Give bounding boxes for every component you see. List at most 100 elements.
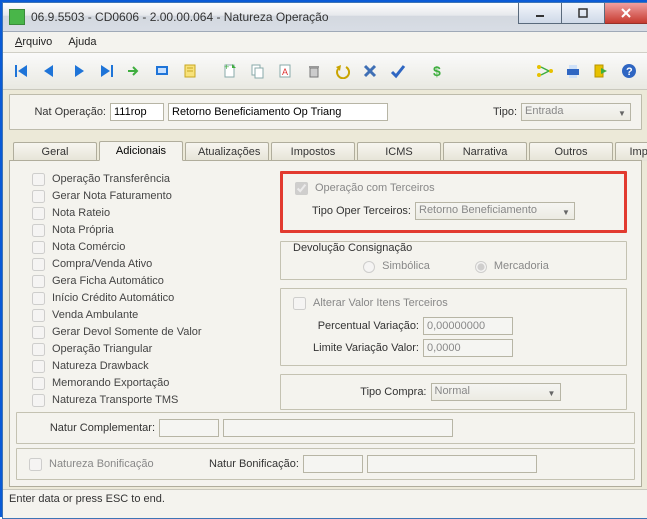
confirm-icon[interactable] [385, 58, 411, 84]
tipo-compra-combo[interactable]: Normal ▼ [431, 383, 561, 401]
nat-operacao-code[interactable] [110, 103, 164, 121]
currency-icon[interactable]: $ [425, 58, 451, 84]
edit-font-icon[interactable]: A [273, 58, 299, 84]
chk-item[interactable]: Gera Ficha Automático [28, 273, 258, 289]
complementar-label: Natur Complementar: [25, 422, 155, 434]
search-icon[interactable] [149, 58, 175, 84]
tipo-terceiros-value: Retorno Beneficiamento [419, 204, 537, 216]
goto-icon[interactable] [121, 58, 147, 84]
window-title: 06.9.5503 - CD0606 - 2.00.00.064 - Natur… [31, 10, 518, 24]
bonificacao-code[interactable] [303, 455, 363, 473]
svg-text:?: ? [626, 66, 633, 78]
chk-item[interactable]: Nota Rateio [28, 205, 258, 221]
tab-atualizacoes[interactable]: Atualizações [185, 142, 269, 161]
perc-var-input[interactable] [423, 317, 513, 335]
app-window: 06.9.5503 - CD0606 - 2.00.00.064 - Natur… [2, 2, 647, 519]
tab-adicionais[interactable]: Adicionais [99, 141, 183, 161]
tab-importacao[interactable]: Importação [615, 142, 647, 161]
chk-item[interactable]: Nota Própria [28, 222, 258, 238]
chevron-down-icon: ▼ [560, 205, 572, 219]
bonificacao-label: Natur Bonificação: [209, 458, 299, 470]
chk-item[interactable]: Operação Transferência [28, 171, 258, 187]
prev-record-icon[interactable] [37, 58, 63, 84]
menubar: Arquivo Ajuda [3, 32, 647, 53]
tipo-combo[interactable]: Entrada ▼ [521, 103, 631, 121]
chk-item[interactable]: Nota Comércio [28, 239, 258, 255]
first-record-icon[interactable] [9, 58, 35, 84]
delete-icon[interactable] [301, 58, 327, 84]
svg-text:+: + [224, 63, 229, 72]
options-check-column: Operação Transferência Gerar Nota Fatura… [28, 171, 258, 408]
cancel-icon[interactable] [357, 58, 383, 84]
chk-item[interactable]: Natureza Drawback [28, 358, 258, 374]
chk-item[interactable]: Início Crédito Automático [28, 290, 258, 306]
chk-item[interactable]: Memorando Exportação [28, 375, 258, 391]
svg-text:$: $ [433, 63, 441, 79]
tab-narrativa[interactable]: Narrativa [443, 142, 527, 161]
terceiros-group: Operação com Terceiros Tipo Oper Terceir… [280, 171, 627, 233]
chk-item[interactable]: Compra/Venda Ativo [28, 256, 258, 272]
bonificacao-group: Natureza Bonificação Natur Bonificação: [16, 448, 635, 480]
tipo-compra-label: Tipo Compra: [347, 386, 427, 398]
complementar-code[interactable] [159, 419, 219, 437]
chk-bonificacao[interactable]: Natureza Bonificação [25, 456, 205, 472]
minimize-button[interactable] [518, 3, 562, 24]
related-icon[interactable] [532, 58, 558, 84]
limite-var-input[interactable] [423, 339, 513, 357]
chk-item[interactable]: Gerar Nota Faturamento [28, 188, 258, 204]
tabpage-adicionais: Operação Transferência Gerar Nota Fatura… [9, 160, 642, 487]
nat-operacao-desc[interactable] [168, 103, 388, 121]
menu-ajuda[interactable]: Ajuda [62, 34, 102, 50]
chevron-down-icon: ▼ [616, 106, 628, 120]
titlebar: 06.9.5503 - CD0606 - 2.00.00.064 - Natur… [3, 3, 647, 32]
statusbar: Enter data or press ESC to end. [3, 489, 647, 518]
print-icon[interactable] [560, 58, 586, 84]
toolbar: + A $ ? [3, 53, 647, 90]
maximize-button[interactable] [562, 3, 605, 24]
content-area: Nat Operação: Tipo: Entrada ▼ Geral Adic… [3, 90, 647, 489]
chk-alterar[interactable]: Alterar Valor Itens Terceiros [289, 295, 618, 311]
notes-icon[interactable] [177, 58, 203, 84]
tab-icms[interactable]: ICMS [357, 142, 441, 161]
tipo-terceiros-label: Tipo Oper Terceiros: [291, 205, 411, 217]
alterar-group: Alterar Valor Itens Terceiros Percentual… [280, 288, 627, 366]
chk-oper-terceiros[interactable]: Operação com Terceiros [291, 180, 616, 196]
app-icon [9, 9, 25, 25]
nat-operacao-label: Nat Operação: [20, 106, 106, 118]
tipo-compra-group: Tipo Compra: Normal ▼ [280, 374, 627, 410]
next-record-icon[interactable] [65, 58, 91, 84]
header-panel: Nat Operação: Tipo: Entrada ▼ [9, 94, 642, 130]
devolucao-title: Devolução Consignação [289, 242, 416, 254]
chk-item[interactable]: Gerar Devol Somente de Valor [28, 324, 258, 340]
chk-item[interactable]: Venda Ambulante [28, 307, 258, 323]
tipo-compra-value: Normal [435, 385, 470, 397]
devolucao-group: Devolução Consignação Simbólica Mercador… [280, 241, 627, 280]
menu-arquivo[interactable]: Arquivo [9, 34, 58, 50]
tipo-terceiros-combo[interactable]: Retorno Beneficiamento ▼ [415, 202, 575, 220]
tab-bar: Geral Adicionais Atualizações Impostos I… [9, 138, 642, 160]
chevron-down-icon: ▼ [546, 386, 558, 400]
svg-text:A: A [282, 67, 288, 77]
chk-item[interactable]: Operação Triangular [28, 341, 258, 357]
tab-geral[interactable]: Geral [13, 142, 97, 161]
exit-icon[interactable] [588, 58, 614, 84]
chk-item[interactable]: Natureza Transporte TMS [28, 392, 258, 408]
new-icon[interactable]: + [217, 58, 243, 84]
complementar-group: Natur Complementar: [16, 412, 635, 444]
complementar-desc[interactable] [223, 419, 453, 437]
perc-var-label: Percentual Variação: [289, 320, 419, 332]
undo-icon[interactable] [329, 58, 355, 84]
last-record-icon[interactable] [93, 58, 119, 84]
status-text: Enter data or press ESC to end. [9, 493, 165, 505]
tab-outros[interactable]: Outros [529, 142, 613, 161]
tab-impostos[interactable]: Impostos [271, 142, 355, 161]
tipo-value: Entrada [525, 105, 564, 117]
copy-icon[interactable] [245, 58, 271, 84]
tipo-label: Tipo: [493, 106, 517, 118]
help-icon[interactable]: ? [616, 58, 642, 84]
limite-var-label: Limite Variação Valor: [289, 342, 419, 354]
close-button[interactable] [605, 3, 647, 24]
radio-mercadoria[interactable]: Mercadoria [470, 258, 549, 273]
radio-simbolica[interactable]: Simbólica [358, 258, 430, 273]
bonificacao-desc[interactable] [367, 455, 537, 473]
